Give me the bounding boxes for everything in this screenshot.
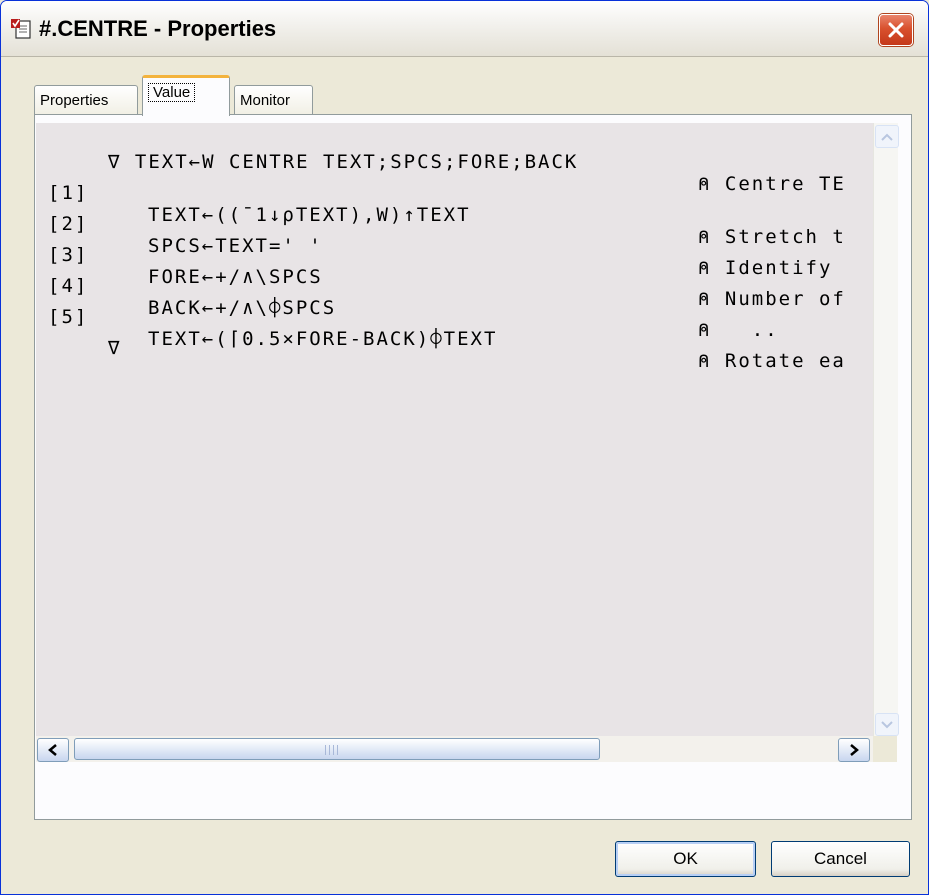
scroll-thumb[interactable] <box>74 738 600 760</box>
scroll-right-button[interactable] <box>838 738 870 762</box>
function-header-line: ∇ TEXT←W CENTRE TEXT;SPCS;FORE;BACK ⍝ Ce… <box>36 129 844 195</box>
tab-monitor[interactable]: Monitor <box>234 85 313 115</box>
code-line: [1] TEXT←((¯1↓⍴TEXT),W)↑TEXT ⍝ Stretch t <box>36 160 844 248</box>
footer-del: ∇ <box>108 337 122 359</box>
close-button[interactable] <box>879 14 913 46</box>
scroll-left-button[interactable] <box>37 738 69 762</box>
code-editor[interactable]: ∇ TEXT←W CENTRE TEXT;SPCS;FORE;BACK ⍝ Ce… <box>36 123 873 736</box>
cancel-button[interactable]: Cancel <box>771 841 910 877</box>
ok-button[interactable]: OK <box>615 841 756 877</box>
line-comment: ⍝ Number of <box>698 288 846 310</box>
header-comment: ⍝ Centre TE <box>698 173 846 195</box>
line-comment: ⍝ Stretch t <box>698 226 846 248</box>
chevron-left-icon <box>48 744 57 756</box>
line-comment: ⍝ Rotate ea <box>698 350 846 372</box>
line-code: FORE←+/∧\SPCS <box>148 266 323 288</box>
close-icon <box>888 22 904 38</box>
properties-doc-icon <box>11 19 31 39</box>
ok-label: OK <box>673 849 698 868</box>
window-title: #.CENTRE - Properties <box>39 16 277 41</box>
scroll-down-button[interactable] <box>875 713 899 736</box>
tab-value[interactable]: Value <box>142 75 230 116</box>
chevron-up-icon <box>881 133 893 141</box>
line-code: TEXT←(⌈0.5×FORE-BACK)⌽TEXT <box>148 328 498 350</box>
scroll-corner <box>873 736 897 762</box>
code-line: [5] TEXT←(⌈0.5×FORE-BACK)⌽TEXT ⍝ Rotate … <box>36 284 844 372</box>
tab-properties[interactable]: Properties <box>34 85 138 115</box>
line-code: BACK←+/∧\⌽SPCS <box>148 297 337 319</box>
line-comment: ⍝ .. <box>698 319 779 341</box>
line-code: SPCS←TEXT=' ' <box>148 235 323 257</box>
tab-label: Properties <box>40 92 109 109</box>
horizontal-scrollbar[interactable] <box>36 736 873 762</box>
chevron-down-icon <box>881 720 893 728</box>
tab-label: Value <box>148 83 196 102</box>
grip-icon <box>325 745 339 755</box>
scroll-up-button[interactable] <box>875 125 899 148</box>
code-line: [2] SPCS←TEXT=' ' ⍝ Identify <box>36 191 830 279</box>
cancel-label: Cancel <box>814 849 867 868</box>
line-comment: ⍝ Identify <box>698 257 833 279</box>
line-code: TEXT←((¯1↓⍴TEXT),W)↑TEXT <box>148 204 471 226</box>
function-footer-line: ∇ <box>36 315 119 359</box>
header-code: ∇ TEXT←W CENTRE TEXT;SPCS;FORE;BACK <box>108 151 579 173</box>
chevron-right-icon <box>850 744 859 756</box>
title-bar[interactable]: #.CENTRE - Properties <box>1 1 928 57</box>
code-line: [3] FORE←+/∧\SPCS ⍝ Number of <box>36 222 844 310</box>
tab-label: Monitor <box>240 92 291 109</box>
properties-dialog: #.CENTRE - Properties Properties Value M… <box>0 0 929 895</box>
vertical-scrollbar[interactable] <box>873 123 899 736</box>
code-line: [4] BACK←+/∧\⌽SPCS ⍝ .. <box>36 253 777 341</box>
